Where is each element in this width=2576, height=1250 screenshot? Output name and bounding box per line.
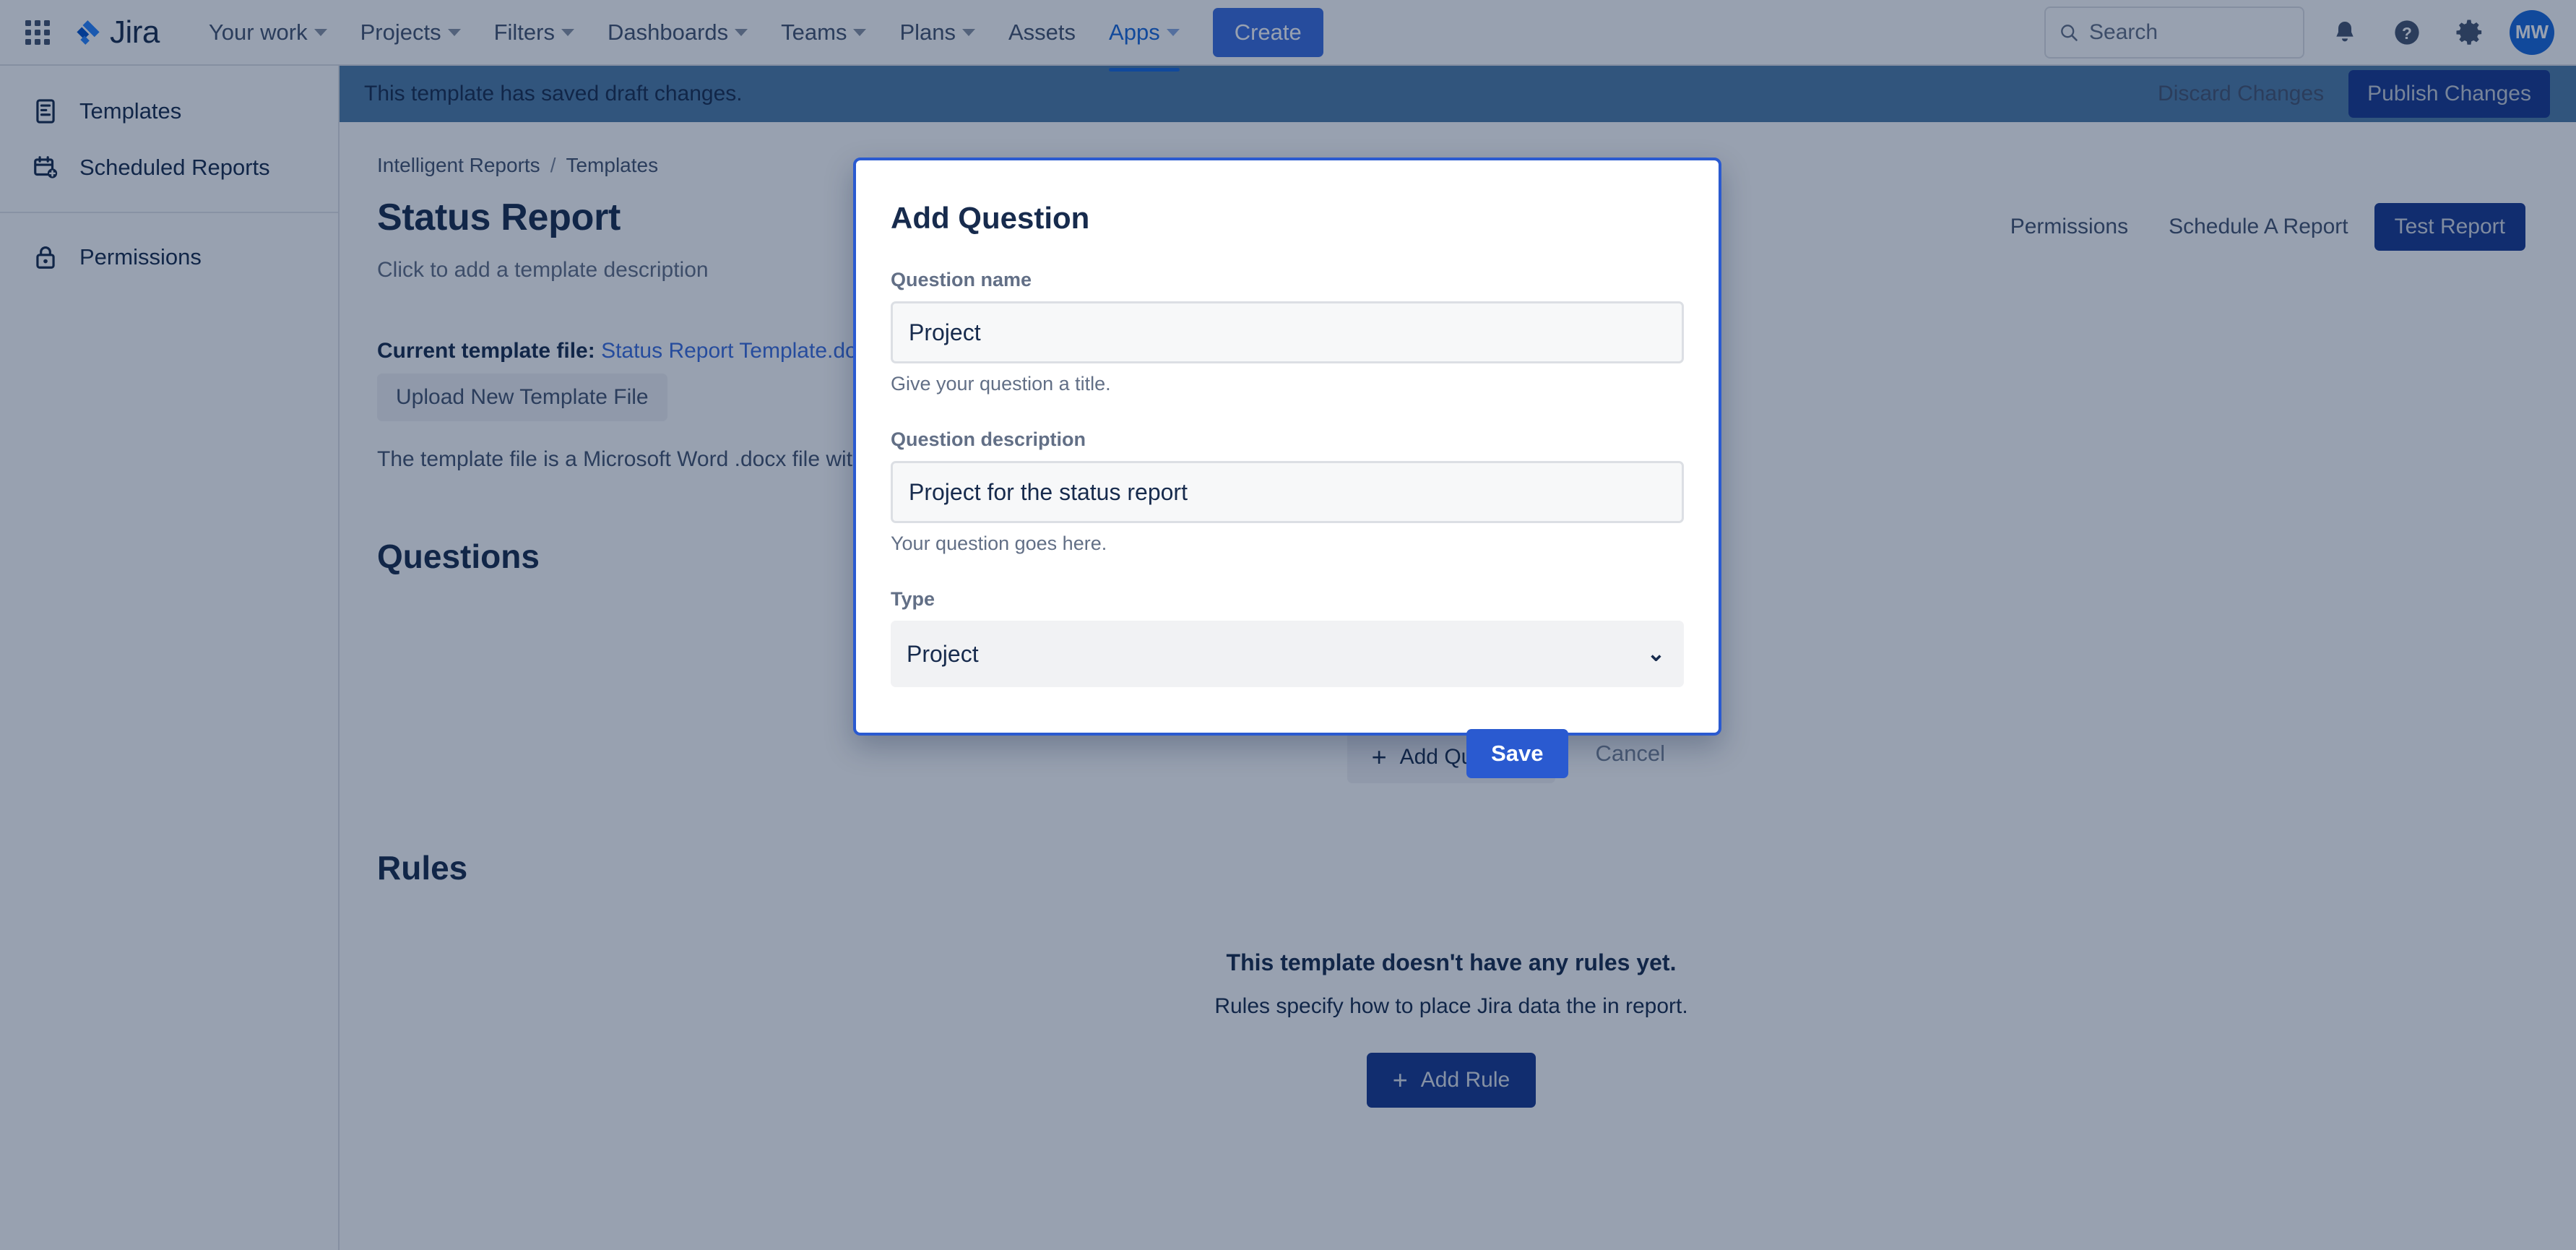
- type-select[interactable]: Project: [891, 621, 1684, 687]
- question-name-input[interactable]: [891, 301, 1684, 363]
- question-description-label: Question description: [891, 428, 1684, 451]
- question-name-label: Question name: [891, 269, 1684, 291]
- type-label: Type: [891, 588, 1684, 611]
- save-button[interactable]: Save: [1466, 729, 1568, 778]
- add-question-modal: Add Question Question name Give your que…: [853, 158, 1721, 736]
- type-field-group: Type Project ⌄: [891, 588, 1684, 687]
- question-name-field-group: Question name Give your question a title…: [891, 269, 1684, 395]
- question-description-help: Your question goes here.: [891, 533, 1684, 555]
- app-root: Jira Your work Projects Filters Dashboar…: [0, 0, 2576, 1250]
- question-name-help: Give your question a title.: [891, 373, 1684, 395]
- modal-title: Add Question: [891, 201, 1684, 236]
- modal-footer: Save Cancel: [891, 729, 1684, 778]
- question-description-field-group: Question description Your question goes …: [891, 428, 1684, 555]
- cancel-button[interactable]: Cancel: [1577, 729, 1685, 778]
- question-description-input[interactable]: [891, 461, 1684, 523]
